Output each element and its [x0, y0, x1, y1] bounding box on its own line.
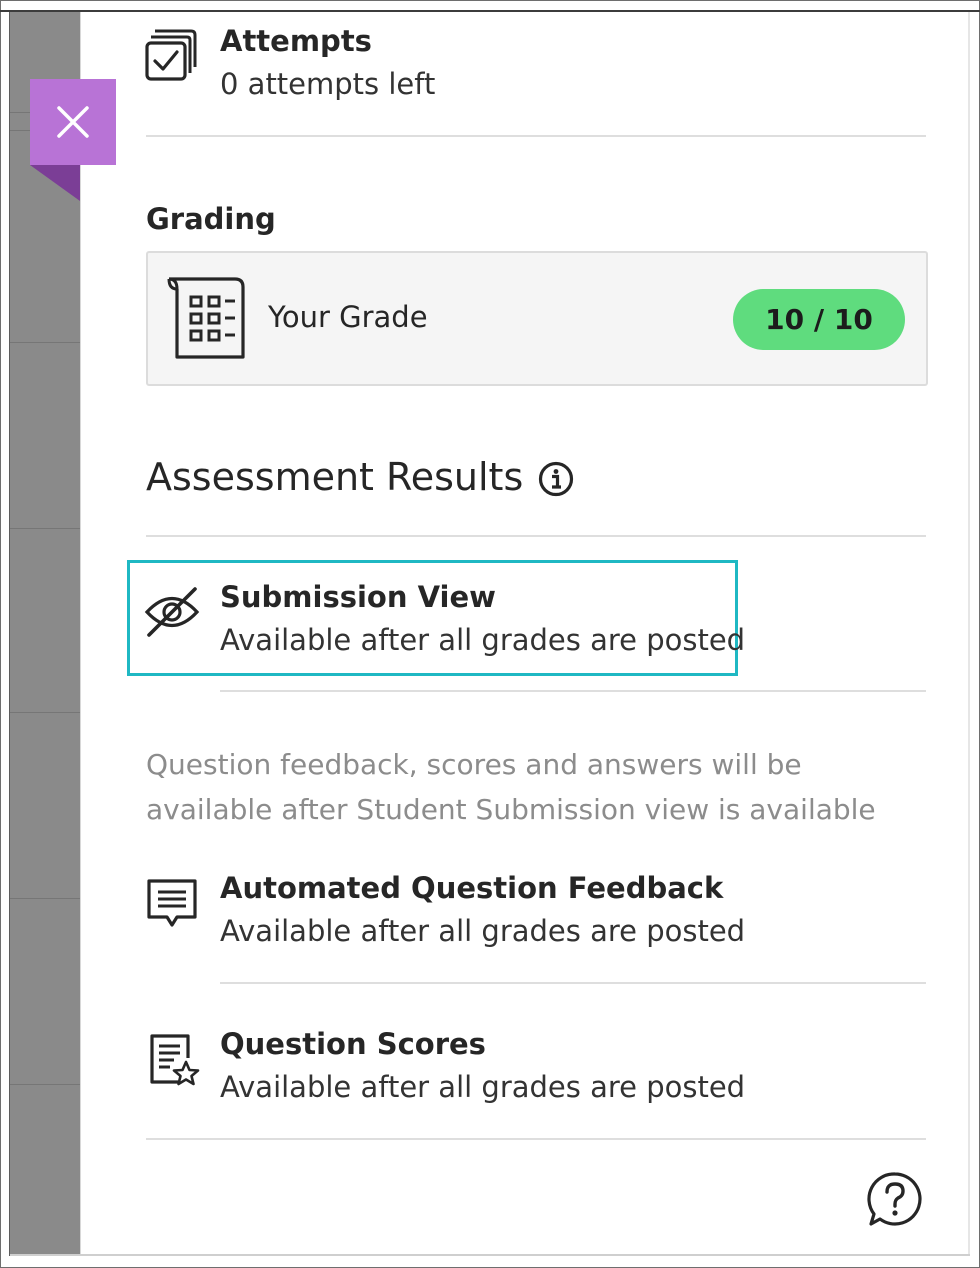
divider: [146, 535, 926, 537]
your-grade-label: Your Grade: [268, 300, 428, 334]
results-availability-note: Question feedback, scores and answers wi…: [146, 742, 876, 832]
panel-right-edge: [968, 12, 970, 1256]
panel-edge: [80, 12, 81, 1256]
divider: [146, 135, 926, 137]
submission-view-highlight[interactable]: [127, 560, 738, 676]
attempts-value: 0 attempts left: [220, 67, 436, 101]
close-icon: [57, 106, 89, 138]
close-panel-button[interactable]: [30, 79, 116, 165]
info-icon[interactable]: [538, 461, 574, 497]
grading-heading: Grading: [146, 202, 276, 236]
note-line-2: available after Student Submission view …: [146, 793, 876, 826]
divider: [220, 690, 926, 692]
assessment-results-heading: Assessment Results: [146, 455, 524, 499]
close-button-fold: [30, 165, 80, 201]
feedback-icon: [147, 879, 197, 927]
automated-feedback-title: Automated Question Feedback: [220, 871, 724, 905]
grade-value-pill[interactable]: 10 / 10: [733, 289, 905, 350]
automated-feedback-status: Available after all grades are posted: [220, 914, 746, 948]
eye-off-icon: [144, 587, 200, 637]
submission-view-status: Available after all grades are posted: [220, 623, 746, 657]
attempts-title: Attempts: [220, 24, 372, 58]
gradebook-icon: [167, 277, 245, 359]
checkbox-stack-icon: [145, 29, 197, 81]
top-border: [0, 10, 980, 12]
note-line-1: Question feedback, scores and answers wi…: [146, 748, 802, 781]
help-icon[interactable]: [866, 1170, 924, 1228]
divider: [146, 1138, 926, 1140]
submission-view-title: Submission View: [220, 580, 496, 614]
grade-value: 10 / 10: [765, 303, 873, 336]
question-scores-title: Question Scores: [220, 1027, 486, 1061]
scores-icon: [150, 1034, 200, 1086]
divider: [220, 982, 926, 984]
question-scores-status: Available after all grades are posted: [220, 1070, 746, 1104]
panel-bottom-edge: [10, 1254, 970, 1256]
